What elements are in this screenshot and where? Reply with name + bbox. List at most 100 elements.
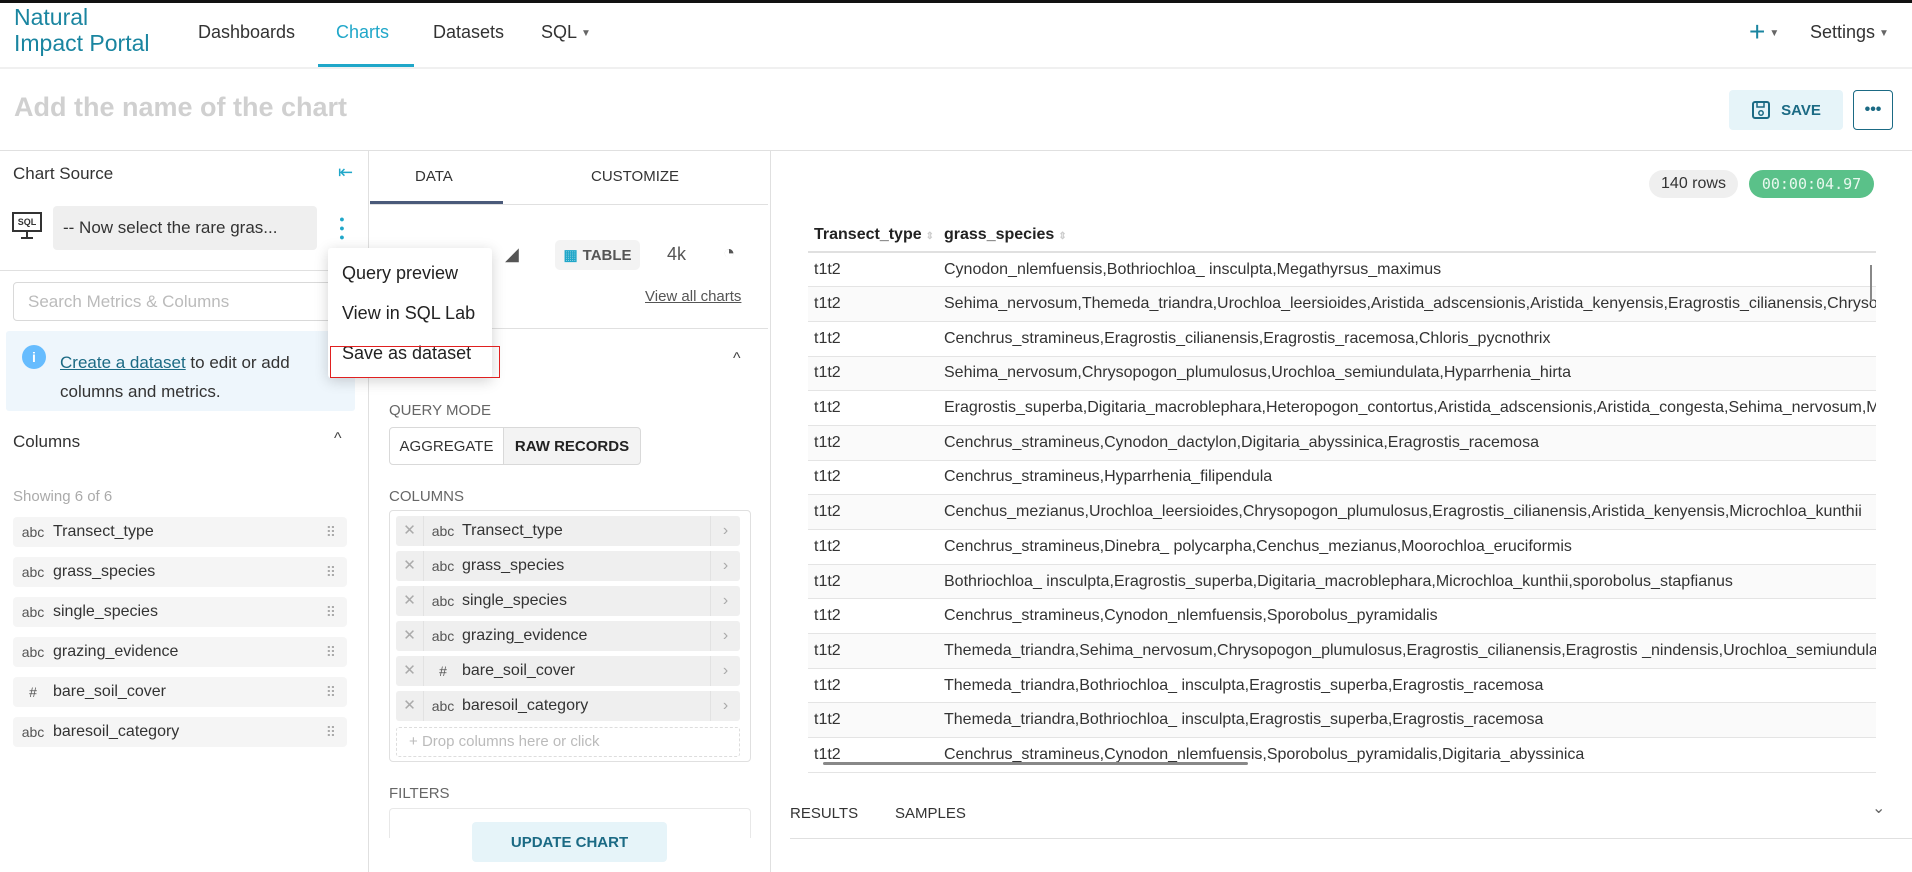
column-header-transect-type[interactable]: Transect_type ⇕ <box>808 218 938 253</box>
table-row: t1t2 Cenchrus_stramineus,Cynodon_nlemfuen… <box>808 598 1876 635</box>
column-item[interactable]: abc baresoil_category ⠿ <box>13 717 347 747</box>
column-type-icon: abc <box>21 644 45 660</box>
menu-item-view-in-sql-lab[interactable]: View in SQL Lab <box>342 303 475 324</box>
chevron-right-icon[interactable]: › <box>710 586 740 616</box>
selected-column[interactable]: ✕ # bare_soil_cover › <box>396 656 740 686</box>
settings-label: Settings <box>1810 22 1876 42</box>
tab-data[interactable]: DATA <box>415 168 453 185</box>
drag-handle-icon[interactable]: ⠿ <box>326 724 336 741</box>
panel-divider <box>770 151 771 872</box>
table-row: t1t2 Themeda_triandra,Bothriochloa_ inscu… <box>808 702 1876 739</box>
cell-grass-species: Cenchrus_stramineus,Eragrostis_cilianens… <box>938 321 1876 357</box>
column-name: grazing_evidence <box>53 643 179 660</box>
column-name: Transect_type <box>53 523 154 540</box>
chevron-up-icon[interactable]: ^ <box>733 350 741 368</box>
results-table: Transect_type ⇕ grass_species ⇕ t1t2 Cynodo… <box>808 218 1876 773</box>
menu-item-query-preview[interactable]: Query preview <box>342 263 458 284</box>
nav-datasets[interactable]: Datasets <box>433 22 504 43</box>
create-dataset-link[interactable]: Create a dataset <box>60 353 186 372</box>
cell-transect-type: t1t2 <box>808 425 938 461</box>
cell-grass-species: Themeda_triandra,Sehima_nervosum,Chrysop… <box>938 633 1876 669</box>
remove-icon[interactable]: ✕ <box>396 656 424 686</box>
kebab-menu-icon[interactable]: ● ● ● <box>338 215 346 242</box>
vertical-scrollbar[interactable] <box>1870 265 1872 301</box>
column-type-icon: abc <box>431 523 455 539</box>
table-header-row: Transect_type ⇕ grass_species ⇕ <box>808 218 1876 253</box>
drag-handle-icon[interactable]: ⠿ <box>326 564 336 581</box>
column-item[interactable]: abc grass_species ⠿ <box>13 557 347 587</box>
column-item[interactable]: abc single_species ⠿ <box>13 597 347 627</box>
drag-handle-icon[interactable]: ⠿ <box>326 684 336 701</box>
viz-table-label: TABLE <box>582 246 632 264</box>
sort-icon[interactable]: ⇕ <box>926 231 934 242</box>
cell-transect-type: t1t2 <box>808 286 938 322</box>
header-label: Transect_type <box>814 225 922 243</box>
query-mode-label: QUERY MODE <box>389 402 491 419</box>
column-name: bare_soil_cover <box>462 662 575 679</box>
chevron-down-icon[interactable]: ⌄ <box>1872 798 1885 818</box>
datasource-selector[interactable]: -- Now select the rare gras... <box>53 206 317 250</box>
selected-column[interactable]: ✕ abc grazing_evidence › <box>396 621 740 651</box>
selected-column[interactable]: ✕ abc Transect_type › <box>396 516 740 546</box>
collapse-panel-icon[interactable]: ⇤ <box>338 162 353 183</box>
tab-customize[interactable]: CUSTOMIZE <box>591 168 679 185</box>
nav-sql[interactable]: SQL ▼ <box>541 22 591 43</box>
tab-results[interactable]: RESULTS <box>790 805 858 822</box>
drag-handle-icon[interactable]: ⠿ <box>326 644 336 661</box>
drop-columns-target[interactable]: + Drop columns here or click <box>396 727 740 757</box>
cell-grass-species: Sehima_nervosum,Chrysopogon_plumulosus,U… <box>938 356 1876 392</box>
area-chart-icon[interactable]: ◢ <box>505 244 519 265</box>
sort-icon[interactable]: ⇕ <box>1058 231 1066 242</box>
column-item[interactable]: abc grazing_evidence ⠿ <box>13 637 347 667</box>
aggregate-button[interactable]: AGGREGATE <box>389 427 504 465</box>
view-all-charts-link[interactable]: View all charts <box>645 288 741 305</box>
remove-icon[interactable]: ✕ <box>396 691 424 721</box>
remove-icon[interactable]: ✕ <box>396 551 424 581</box>
pie-chart-icon[interactable]: ◔ <box>723 242 735 265</box>
remove-icon[interactable]: ✕ <box>396 621 424 651</box>
results-divider <box>790 838 1912 839</box>
chevron-right-icon[interactable]: › <box>710 621 740 651</box>
horizontal-scrollbar[interactable] <box>823 762 1248 765</box>
table-row: t1t2 Sehima_nervosum,Chrysopogon_plumulos… <box>808 356 1876 392</box>
nav-charts[interactable]: Charts <box>336 22 389 43</box>
nav-dashboards[interactable]: Dashboards <box>198 22 295 43</box>
selected-column[interactable]: ✕ abc baresoil_category › <box>396 691 740 721</box>
logo[interactable]: Natural Impact Portal <box>14 4 150 56</box>
chart-name-input[interactable]: Add the name of the chart <box>14 92 347 123</box>
viz-big-number[interactable]: 4k <box>667 244 686 265</box>
table-row: t1t2 Eragrostis_superba,Digitaria_macrobl… <box>808 390 1876 426</box>
update-chart-button[interactable]: UPDATE CHART <box>472 822 667 862</box>
sql-dataset-icon: SQL <box>12 212 42 242</box>
save-button[interactable]: SAVE <box>1729 90 1843 130</box>
column-header-grass-species[interactable]: grass_species ⇕ <box>938 218 1876 253</box>
chevron-right-icon[interactable]: › <box>710 516 740 546</box>
column-name: single_species <box>53 603 158 620</box>
drag-handle-icon[interactable]: ⠿ <box>326 524 336 541</box>
drag-handle-icon[interactable]: ⠿ <box>326 604 336 621</box>
new-menu[interactable]: + ▼ <box>1749 16 1779 48</box>
column-item[interactable]: abc Transect_type ⠿ <box>13 517 347 547</box>
chevron-up-icon[interactable]: ^ <box>334 430 342 448</box>
viz-table-chip[interactable]: ▦ TABLE <box>555 240 640 270</box>
raw-records-button[interactable]: RAW RECORDS <box>503 427 641 465</box>
remove-icon[interactable]: ✕ <box>396 586 424 616</box>
settings-menu[interactable]: Settings ▼ <box>1810 22 1889 43</box>
cell-grass-species: Bothriochloa_ insculpta,Eragrostis_super… <box>938 564 1876 600</box>
sql-icon-label: SQL <box>12 212 42 232</box>
search-metrics-input[interactable]: Search Metrics & Columns <box>13 282 353 321</box>
cell-transect-type: t1t2 <box>808 633 938 669</box>
column-type-icon: abc <box>431 558 455 574</box>
cell-transect-type: t1t2 <box>808 737 938 773</box>
more-actions-button[interactable]: ••• <box>1853 90 1893 130</box>
selected-column[interactable]: ✕ abc single_species › <box>396 586 740 616</box>
remove-icon[interactable]: ✕ <box>396 516 424 546</box>
selected-column[interactable]: ✕ abc grass_species › <box>396 551 740 581</box>
chevron-right-icon[interactable]: › <box>710 551 740 581</box>
tab-samples[interactable]: SAMPLES <box>895 805 966 822</box>
nav-active-indicator <box>318 64 414 67</box>
chevron-right-icon[interactable]: › <box>710 656 740 686</box>
column-item[interactable]: # bare_soil_cover ⠿ <box>13 677 347 707</box>
cell-transect-type: t1t2 <box>808 529 938 565</box>
chevron-right-icon[interactable]: › <box>710 691 740 721</box>
